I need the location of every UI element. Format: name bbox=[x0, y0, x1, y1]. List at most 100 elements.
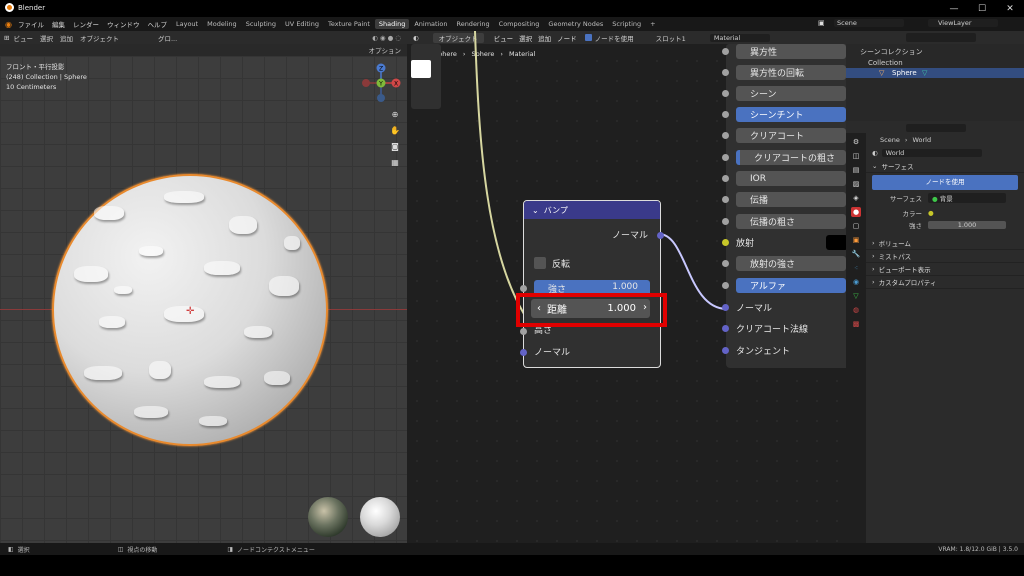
viewport-menu-object[interactable]: オブジェクト bbox=[80, 33, 119, 43]
sphere-object[interactable]: ✛ bbox=[52, 174, 328, 446]
blender-menu-icon[interactable]: ◉ bbox=[5, 20, 12, 29]
normal-input-socket[interactable] bbox=[520, 349, 527, 356]
tab-texture-paint[interactable]: Texture Paint bbox=[324, 19, 374, 29]
transform-orientation-dropdown[interactable]: グロ... bbox=[158, 33, 177, 43]
options-dropdown[interactable]: オプション bbox=[369, 45, 402, 55]
navigation-gizmo[interactable]: Z X Y bbox=[360, 62, 402, 104]
scene-name-field[interactable]: Scene bbox=[834, 19, 904, 27]
camera-icon[interactable]: ◙ bbox=[389, 140, 401, 152]
input-emission-strength[interactable]: 放射の強さ bbox=[736, 256, 846, 271]
tab-compositing[interactable]: Compositing bbox=[495, 19, 544, 29]
data-tab-icon[interactable]: ▽ bbox=[851, 291, 861, 301]
bump-node-header[interactable]: ⌄ バンプ bbox=[524, 201, 660, 219]
viewport-menu-select[interactable]: 選択 bbox=[40, 33, 53, 43]
world-use-nodes-button[interactable]: ノードを使用 bbox=[872, 175, 1018, 190]
menu-file[interactable]: ファイル bbox=[18, 19, 44, 29]
outliner-item-collection[interactable]: Collection bbox=[868, 59, 1018, 67]
texture-tab-icon[interactable]: ▩ bbox=[851, 319, 861, 329]
material-tab-icon[interactable]: ◍ bbox=[851, 305, 861, 315]
section-surface[interactable]: ⌄ サーフェス bbox=[866, 160, 1024, 173]
particles-tab-icon[interactable]: ⁖ bbox=[851, 263, 861, 273]
viewport-menu-view[interactable]: ビュー bbox=[13, 33, 33, 43]
input-sheen-tint[interactable]: シーンチント bbox=[736, 107, 846, 122]
world-strength-field[interactable]: 1.000 bbox=[928, 221, 1006, 229]
tab-layout[interactable]: Layout bbox=[172, 19, 202, 29]
input-sheen[interactable]: シーン bbox=[736, 86, 846, 101]
socket-transmission[interactable] bbox=[722, 196, 729, 203]
world-selector[interactable]: ◐ World bbox=[866, 146, 1024, 160]
maximize-button[interactable]: ☐ bbox=[968, 0, 996, 17]
principled-bsdf-node[interactable]: 異方性 異方性の回転 シーン シーンチント クリアコート クリアコートの粗さ I… bbox=[722, 44, 848, 368]
bump-normal-output-socket[interactable] bbox=[657, 232, 664, 239]
scene-icon[interactable]: ▣ bbox=[818, 19, 825, 27]
section-viewport-display[interactable]: › ビューポート表示 bbox=[866, 263, 1024, 276]
tab-rendering[interactable]: Rendering bbox=[452, 19, 493, 29]
view-layer-tab-icon[interactable]: ▨ bbox=[851, 179, 861, 189]
tab-uv-editing[interactable]: UV Editing bbox=[281, 19, 323, 29]
socket-normal[interactable] bbox=[722, 304, 729, 311]
decrement-chevron-icon[interactable]: ‹ bbox=[537, 303, 541, 314]
modifier-tab-icon[interactable]: 🔧 bbox=[851, 249, 861, 259]
bump-node[interactable]: ⌄ バンプ ノーマル 反転 強さ 1.000 高さ ノーマル bbox=[520, 200, 664, 368]
socket-clearcoat-roughness[interactable] bbox=[722, 154, 729, 161]
menu-window[interactable]: ウィンドウ bbox=[107, 19, 140, 29]
add-workspace-button[interactable]: + bbox=[646, 19, 659, 29]
outliner-search-input[interactable] bbox=[906, 33, 976, 42]
strength-socket[interactable] bbox=[520, 285, 527, 292]
socket-sheen[interactable] bbox=[722, 90, 729, 97]
menu-help[interactable]: ヘルプ bbox=[147, 19, 167, 29]
world-name-field[interactable]: World bbox=[881, 149, 982, 157]
menu-render[interactable]: レンダー bbox=[73, 19, 99, 29]
height-socket[interactable] bbox=[520, 328, 527, 335]
input-anisotropic[interactable]: 異方性 bbox=[736, 44, 846, 59]
object-tab-icon[interactable]: ▣ bbox=[851, 235, 861, 245]
close-button[interactable]: ✕ bbox=[996, 0, 1024, 17]
color-socket-icon[interactable]: ● bbox=[928, 209, 934, 217]
zoom-icon[interactable]: ⊕ bbox=[389, 108, 401, 120]
input-clearcoat-roughness[interactable]: クリアコートの粗さ bbox=[736, 150, 846, 165]
section-volume[interactable]: › ボリューム bbox=[866, 237, 1024, 250]
outliner-item-sphere[interactable]: ▽ Sphere ▽ bbox=[846, 68, 1024, 78]
render-tab-icon[interactable]: ◫ bbox=[851, 151, 861, 161]
socket-emission-strength[interactable] bbox=[722, 260, 729, 267]
physics-tab-icon[interactable]: ◉ bbox=[851, 277, 861, 287]
menu-edit[interactable]: 編集 bbox=[52, 19, 65, 29]
socket-anisotropic[interactable] bbox=[722, 48, 729, 55]
socket-alpha[interactable] bbox=[722, 282, 729, 289]
tool-tab-icon[interactable]: ⚙ bbox=[851, 137, 861, 147]
collection-tab-icon[interactable]: ▢ bbox=[851, 221, 861, 231]
input-transmission[interactable]: 伝播 bbox=[736, 192, 846, 207]
socket-clearcoat-normal[interactable] bbox=[722, 325, 729, 332]
shading-mode-icons[interactable]: ◐ ◉ ● ◌ bbox=[372, 34, 401, 42]
invert-checkbox[interactable] bbox=[534, 257, 546, 269]
output-tab-icon[interactable]: ▤ bbox=[851, 165, 861, 175]
input-clearcoat[interactable]: クリアコート bbox=[736, 128, 846, 143]
increment-chevron-icon[interactable]: › bbox=[643, 302, 647, 313]
input-alpha[interactable]: アルファ bbox=[736, 278, 846, 293]
section-mist-pass[interactable]: › ミストパス bbox=[866, 250, 1024, 263]
socket-transmission-roughness[interactable] bbox=[722, 218, 729, 225]
socket-ior[interactable] bbox=[722, 175, 729, 182]
socket-sheen-tint[interactable] bbox=[722, 111, 729, 118]
editor-type-icon[interactable]: ⊞ bbox=[4, 34, 9, 42]
tab-shading[interactable]: Shading bbox=[374, 19, 410, 29]
surface-shader-field[interactable]: ● 背景 bbox=[928, 193, 1006, 203]
3d-viewport[interactable]: ✛ bbox=[0, 56, 407, 543]
tab-geometry-nodes[interactable]: Geometry Nodes bbox=[544, 19, 607, 29]
tab-sculpting[interactable]: Sculpting bbox=[242, 19, 280, 29]
distance-field[interactable]: ‹ 距離 1.000 › bbox=[531, 299, 650, 318]
collapse-chevron-icon[interactable]: ⌄ bbox=[532, 206, 539, 215]
socket-tangent[interactable] bbox=[722, 347, 729, 354]
grid-icon[interactable]: ▦ bbox=[389, 156, 401, 168]
socket-clearcoat[interactable] bbox=[722, 132, 729, 139]
properties-search-input[interactable] bbox=[906, 124, 966, 132]
emission-color-swatch[interactable] bbox=[826, 235, 848, 250]
minimize-button[interactable]: — bbox=[940, 0, 968, 17]
input-transmission-roughness[interactable]: 伝播の粗さ bbox=[736, 214, 846, 229]
tab-modeling[interactable]: Modeling bbox=[203, 19, 241, 29]
view-layer-field[interactable]: ViewLayer bbox=[928, 19, 998, 27]
socket-anisotropic-rotation[interactable] bbox=[722, 69, 729, 76]
section-custom-properties[interactable]: › カスタムプロパティ bbox=[866, 276, 1024, 289]
tab-scripting[interactable]: Scripting bbox=[608, 19, 645, 29]
viewport-menu-add[interactable]: 追加 bbox=[60, 33, 73, 43]
